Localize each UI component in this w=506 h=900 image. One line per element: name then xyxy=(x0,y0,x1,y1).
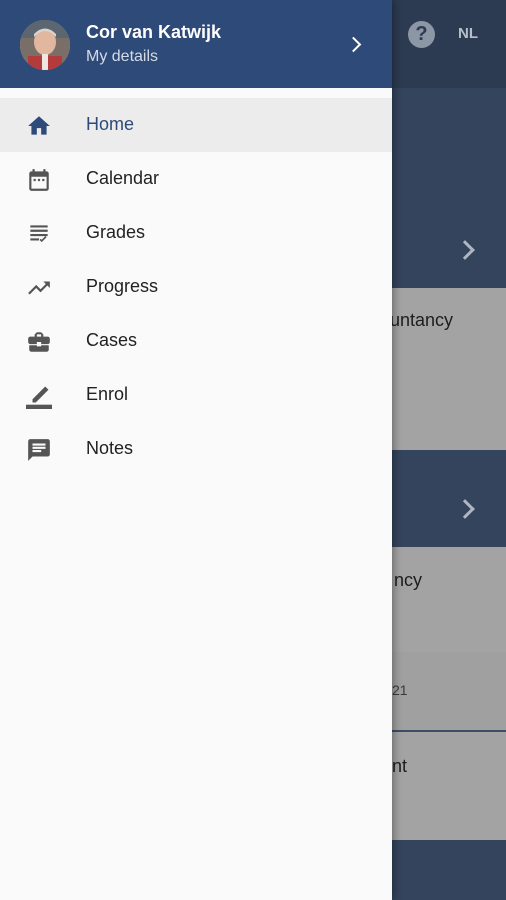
course-card-title: nt xyxy=(392,756,408,776)
navigation-drawer: Cor van Katwijk My details Home Calendar… xyxy=(0,0,392,900)
menu-item-enrol[interactable]: Enrol xyxy=(0,368,392,422)
my-details-link[interactable]: My details xyxy=(86,48,158,66)
menu-item-label: Enrol xyxy=(86,384,129,404)
calendar-icon xyxy=(29,169,49,191)
chevron-right-icon[interactable] xyxy=(345,36,362,53)
home-icon xyxy=(28,116,50,135)
language-switch[interactable]: NL xyxy=(458,25,478,42)
notes-icon xyxy=(28,439,50,461)
drawer-menu: Home Calendar Grades Progress Cases Enro… xyxy=(0,98,392,476)
user-name: Cor van Katwijk xyxy=(86,22,222,42)
help-icon[interactable]: ? xyxy=(408,21,435,48)
menu-item-cases[interactable]: Cases xyxy=(0,314,392,368)
course-card-title: ncy xyxy=(394,570,423,590)
menu-item-label: Calendar xyxy=(86,168,160,188)
menu-item-home[interactable]: Home xyxy=(0,98,392,152)
menu-item-grades[interactable]: Grades xyxy=(0,206,392,260)
avatar[interactable] xyxy=(20,20,70,70)
menu-item-label: Grades xyxy=(86,222,146,242)
menu-item-notes[interactable]: Notes xyxy=(0,422,392,476)
user-details-header[interactable]: Cor van Katwijk My details xyxy=(0,0,392,88)
menu-item-progress[interactable]: Progress xyxy=(0,260,392,314)
grades-list-icon xyxy=(30,225,48,243)
user-avatar-image xyxy=(20,20,70,70)
pencil-icon xyxy=(26,386,52,409)
briefcase-icon xyxy=(28,332,50,352)
menu-item-label: Progress xyxy=(86,276,159,296)
menu-item-calendar[interactable]: Calendar xyxy=(0,152,392,206)
menu-item-label: Home xyxy=(86,114,135,134)
course-card-date: 21 xyxy=(392,682,408,698)
menu-item-label: Cases xyxy=(86,330,138,350)
trending-up-icon xyxy=(28,281,50,295)
menu-item-label: Notes xyxy=(86,438,134,458)
